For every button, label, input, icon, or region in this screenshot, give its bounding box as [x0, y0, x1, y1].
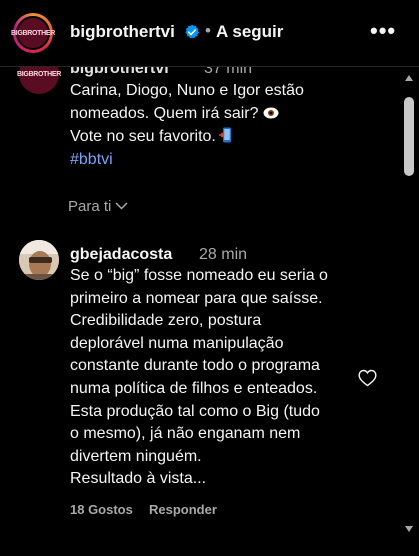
header-separator: • — [205, 21, 211, 40]
comment-line: Esta produção tal como o Big (tudo — [70, 402, 320, 420]
hashtag-link[interactable]: #bbtvi — [70, 148, 390, 171]
comments-sort-dropdown[interactable]: Para ti — [68, 198, 128, 215]
like-heart-icon[interactable] — [358, 369, 377, 387]
more-options-button[interactable]: ••• — [370, 18, 396, 44]
comment-avatar[interactable] — [19, 240, 59, 280]
following-button[interactable]: A seguir — [216, 22, 283, 42]
caption-line: nomeados. Quem irá sair? — [70, 102, 390, 125]
eye-emoji-icon — [263, 107, 279, 119]
comment-line: Credibilidade zero, postura — [70, 312, 262, 330]
caption-text: Carina, Diogo, Nuno e Igor estão nomeado… — [70, 79, 390, 171]
comment-text: Se o “big” fosse nomeado eu seria o prim… — [70, 265, 360, 491]
scroll-down-arrow-icon[interactable] — [404, 525, 414, 533]
comment-line: divertem ninguém. — [70, 447, 202, 465]
profile-avatar[interactable]: BIGBROTHER — [11, 13, 55, 53]
header-username[interactable]: bigbrothertvi — [70, 22, 175, 42]
avatar-inner: BIGBROTHER — [11, 16, 55, 50]
comment-timestamp: 28 min — [199, 246, 248, 263]
comment-line: Resultado à vista... — [70, 470, 207, 488]
caption-line-text: Vote no seu favorito. — [70, 128, 216, 145]
caption-avatar-logo: BIGBROTHER — [16, 70, 62, 78]
chevron-down-icon — [115, 202, 128, 210]
comment-likes-count[interactable]: 18 Gostos — [70, 502, 133, 517]
comment-line: Se o “big” fosse nomeado eu seria o — [70, 267, 328, 284]
reply-button[interactable]: Responder — [149, 502, 217, 517]
caption-line-text: nomeados. Quem irá sair? — [70, 105, 259, 122]
comment-avatar-image — [19, 240, 59, 280]
post-header: BIGBROTHER bigbrothertvi • A seguir ••• — [0, 0, 419, 67]
comment-line: o mesmo), já não enganam nem — [70, 425, 301, 443]
comments-sort-label: Para ti — [68, 198, 112, 215]
mobile-phone-vote-icon — [218, 127, 233, 143]
caption-line: Vote no seu favorito. — [70, 125, 390, 148]
comment-line: constante durante todo o programa — [70, 357, 320, 375]
avatar-logo: BIGBROTHER — [10, 29, 56, 37]
verified-badge-icon — [185, 24, 199, 39]
caption-line: Carina, Diogo, Nuno e Igor estão — [70, 82, 304, 99]
comment-username[interactable]: gbejadacosta — [70, 246, 172, 264]
comment-line: primeiro a nomear para que saísse. — [70, 289, 323, 307]
comment-line: numa política de filhos e enteados. — [70, 379, 318, 397]
scroll-up-arrow-icon[interactable] — [404, 74, 414, 82]
scrollbar-thumb[interactable] — [404, 97, 414, 176]
comment-line: deplorável numa manipulação — [70, 334, 284, 352]
